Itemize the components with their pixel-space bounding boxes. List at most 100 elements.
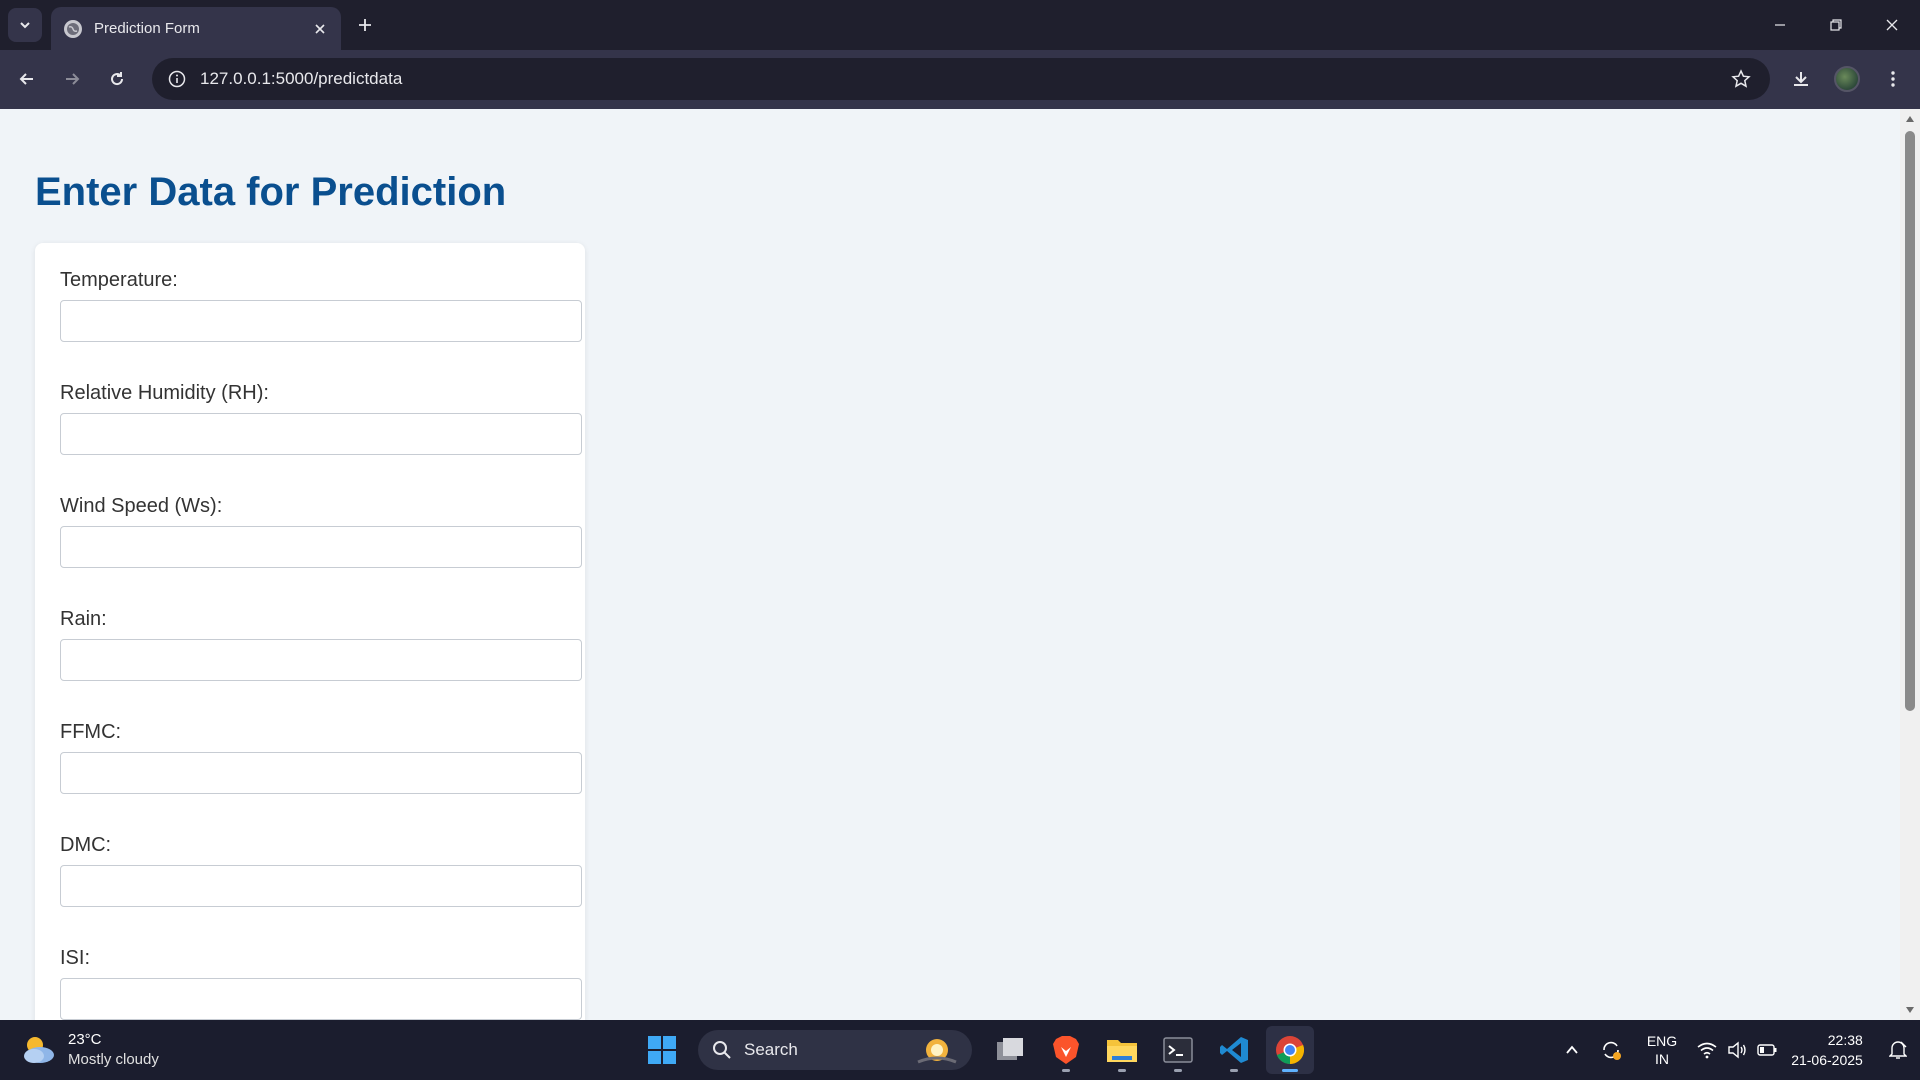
close-window-button[interactable] <box>1864 0 1920 50</box>
page-viewport: Enter Data for Prediction Temperature: R… <box>0 109 1900 1020</box>
clock-date: 21-06-2025 <box>1791 1052 1863 1068</box>
rain-label: Rain: <box>60 608 107 630</box>
avatar <box>1834 66 1860 92</box>
folder-icon <box>1107 1040 1137 1062</box>
close-icon <box>1886 19 1898 31</box>
taskbar: 23°C Mostly cloudy Search ENG IN 22:38 2… <box>0 1020 1920 1080</box>
globe-icon <box>64 19 82 38</box>
search-icon <box>713 1041 731 1059</box>
weather-text: 23°C Mostly cloudy <box>68 1030 159 1070</box>
notifications-button[interactable] <box>1880 1030 1916 1070</box>
field-temperature: Temperature: <box>60 269 582 342</box>
field-dmc: DMC: <box>60 834 582 907</box>
browser-menu-button[interactable] <box>1878 64 1908 94</box>
weather-widget[interactable]: 23°C Mostly cloudy <box>20 1030 159 1070</box>
close-tab-icon[interactable] <box>311 20 329 38</box>
chevron-up-icon <box>1566 1045 1578 1054</box>
field-ffmc: FFMC: <box>60 721 582 794</box>
sync-icon <box>1603 1041 1621 1060</box>
search-label: Search <box>744 1040 798 1059</box>
ws-label: Wind Speed (Ws): <box>60 495 223 517</box>
lang-block: ENG IN <box>1647 1032 1677 1068</box>
input-language-button[interactable]: ENG IN <box>1632 1030 1692 1070</box>
temperature-label: Temperature: <box>60 269 178 291</box>
rh-input[interactable] <box>60 413 582 455</box>
bookmark-star-icon[interactable] <box>1726 64 1756 94</box>
chrome-icon <box>1276 1036 1305 1064</box>
field-rh: Relative Humidity (RH): <box>60 382 582 455</box>
tab-title: Prediction Form <box>94 20 200 37</box>
file-explorer-app[interactable] <box>1098 1026 1146 1074</box>
dmc-label: DMC: <box>60 834 112 856</box>
rain-input[interactable] <box>60 639 582 681</box>
brave-app[interactable] <box>1042 1026 1090 1074</box>
field-rain: Rain: <box>60 608 582 681</box>
window-controls <box>1752 0 1920 50</box>
new-tab-button[interactable] <box>352 12 378 38</box>
clock-time: 22:38 <box>1827 1032 1863 1048</box>
page-scrollbar[interactable] <box>1900 109 1920 1020</box>
terminal-app[interactable] <box>1154 1026 1202 1074</box>
battery-button[interactable] <box>1752 1030 1782 1070</box>
arrow-right-icon <box>66 73 80 85</box>
chrome-app[interactable] <box>1266 1026 1314 1074</box>
site-info-icon[interactable] <box>166 68 188 90</box>
taskbar-search[interactable]: Search <box>698 1030 972 1070</box>
speaker-icon <box>1728 1041 1746 1059</box>
page-title: Enter Data for Prediction <box>35 170 507 214</box>
ffmc-label: FFMC: <box>60 721 122 743</box>
ws-input[interactable] <box>60 526 582 568</box>
scroll-up-icon[interactable] <box>1904 113 1916 125</box>
browser-tab[interactable]: Prediction Form <box>51 7 341 50</box>
taskbar-apps: Search <box>634 1026 1318 1074</box>
show-hidden-icons-button[interactable] <box>1554 1030 1590 1070</box>
reload-button[interactable] <box>102 64 132 94</box>
field-ws: Wind Speed (Ws): <box>60 495 582 568</box>
temperature-input[interactable] <box>60 300 582 342</box>
cloud-sun-icon <box>20 1032 56 1068</box>
notification-bell-icon <box>1889 1041 1907 1059</box>
task-view-button[interactable] <box>986 1026 1034 1074</box>
scroll-down-icon[interactable] <box>1904 1004 1916 1016</box>
active-indicator <box>1282 1069 1298 1072</box>
tab-search-button[interactable] <box>8 8 42 42</box>
sync-status-button[interactable] <box>1590 1030 1632 1070</box>
browser-toolbar: 127.0.0.1:5000/predictdata <box>0 50 1920 109</box>
clock-button[interactable]: 22:38 21-06-2025 <box>1782 1030 1872 1070</box>
wifi-icon <box>1697 1042 1717 1059</box>
back-button[interactable] <box>12 64 42 94</box>
battery-icon <box>1757 1044 1777 1056</box>
lang-region: IN <box>1655 1051 1669 1067</box>
terminal-icon <box>1163 1037 1193 1063</box>
forward-button[interactable] <box>57 64 87 94</box>
minimize-button[interactable] <box>1752 0 1808 50</box>
vscode-app[interactable] <box>1210 1026 1258 1074</box>
scroll-thumb[interactable] <box>1905 131 1915 711</box>
arrow-left-icon <box>19 73 33 85</box>
url-text[interactable]: 127.0.0.1:5000/predictdata <box>200 69 1726 89</box>
prediction-form: Temperature: Relative Humidity (RH): Win… <box>35 243 585 1020</box>
ffmc-input[interactable] <box>60 752 582 794</box>
volume-button[interactable] <box>1722 1030 1752 1070</box>
running-indicator <box>1230 1069 1238 1072</box>
task-view-icon <box>997 1038 1023 1060</box>
restore-button[interactable] <box>1808 0 1864 50</box>
reload-icon <box>111 72 124 86</box>
isi-input[interactable] <box>60 978 582 1020</box>
minimize-icon <box>1775 24 1785 26</box>
plus-icon <box>359 19 371 31</box>
dmc-input[interactable] <box>60 865 582 907</box>
running-indicator <box>1174 1069 1182 1072</box>
profile-button[interactable] <box>1832 64 1862 94</box>
field-isi: ISI: <box>60 947 582 1020</box>
windows-icon <box>648 1036 676 1064</box>
browser-tab-bar: Prediction Form <box>0 0 1920 50</box>
wifi-button[interactable] <box>1692 1030 1722 1070</box>
datetime-block: 22:38 21-06-2025 <box>1791 1030 1863 1070</box>
lang-code: ENG <box>1646 1033 1678 1049</box>
weather-temp: 23°C <box>68 1031 102 1048</box>
address-bar[interactable]: 127.0.0.1:5000/predictdata <box>152 58 1770 100</box>
start-button[interactable] <box>638 1026 686 1074</box>
downloads-button[interactable] <box>1786 64 1816 94</box>
system-tray: ENG IN 22:38 21-06-2025 <box>1554 1020 1920 1080</box>
